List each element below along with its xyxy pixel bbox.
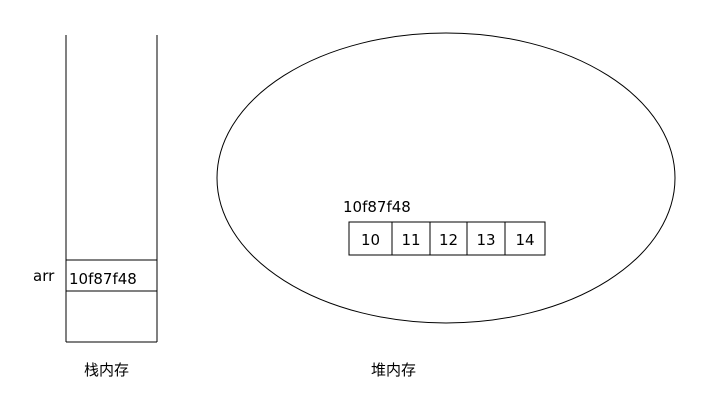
heap-array-value-2: 12 bbox=[438, 231, 459, 249]
heap-array-value-1: 11 bbox=[401, 231, 421, 249]
heap-ellipse bbox=[216, 32, 676, 324]
memory-diagram: arr 10f87f48 栈内存 10f87f48 堆内存 10 11 12 1… bbox=[0, 0, 715, 417]
stack-reference-value: 10f87f48 bbox=[69, 270, 137, 288]
stack-variable-label: arr bbox=[33, 267, 55, 285]
heap-array-value-3: 13 bbox=[476, 231, 496, 249]
heap-caption: 堆内存 bbox=[371, 361, 417, 379]
stack-caption: 栈内存 bbox=[84, 361, 130, 379]
heap-array-value-0: 10 bbox=[360, 231, 381, 249]
heap-array-address: 10f87f48 bbox=[343, 198, 411, 216]
heap-array-value-4: 14 bbox=[515, 231, 535, 249]
